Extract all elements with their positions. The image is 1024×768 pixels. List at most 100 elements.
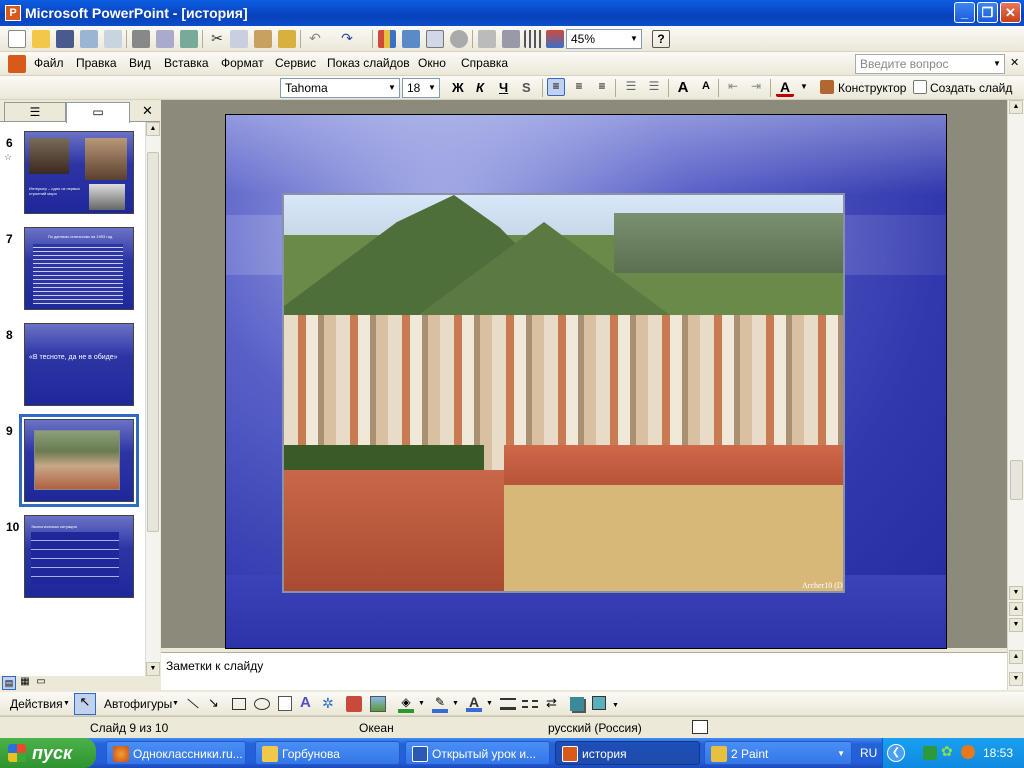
menu-help[interactable]: Справка [461, 56, 508, 70]
spelling-icon[interactable] [180, 30, 198, 48]
notes-scroll-up-icon[interactable]: ▲ [1009, 650, 1023, 664]
close-document-icon[interactable]: ✕ [1010, 56, 1019, 69]
scroll-down-icon[interactable]: ▼ [146, 662, 160, 676]
new-slide-button[interactable]: Создать слайд [930, 81, 1012, 95]
fill-color-icon[interactable]: ◈ [398, 695, 414, 713]
start-button[interactable]: пуск [0, 738, 96, 768]
tables-borders-icon[interactable] [426, 30, 444, 48]
dash-style-icon[interactable] [522, 700, 538, 708]
line-icon[interactable] [187, 698, 199, 709]
slide-thumbnail-10[interactable]: Экологическая ситуация [24, 515, 134, 598]
font-color-icon[interactable]: A [776, 79, 794, 97]
actions-menu[interactable]: Действия [10, 697, 63, 711]
rectangle-icon[interactable] [232, 698, 246, 710]
help-search-input[interactable]: Введите вопрос ▼ [855, 54, 1005, 74]
chart-icon[interactable] [378, 30, 396, 48]
zoom-combo[interactable]: 45% ▼ [566, 29, 642, 49]
clipart-icon[interactable] [346, 696, 362, 712]
redo-icon[interactable]: ↷ [338, 30, 356, 48]
increase-font-icon[interactable]: A [674, 79, 692, 97]
arrow-icon[interactable]: ↘ [208, 695, 219, 711]
current-slide[interactable]: Archer10 (D [225, 114, 947, 649]
hyperlink-icon[interactable] [450, 30, 468, 48]
italic-button[interactable]: К [476, 80, 484, 95]
decrease-indent-icon[interactable]: ⇤ [724, 79, 742, 97]
normal-view-icon[interactable]: ▤ [2, 676, 16, 690]
task-button-active[interactable]: история [555, 741, 700, 765]
tray-app-icon[interactable] [923, 746, 937, 760]
chevron-down-icon[interactable]: ▼ [800, 82, 808, 91]
arrow-style-icon[interactable]: ⇄ [546, 695, 557, 711]
print-preview-icon[interactable] [156, 30, 174, 48]
line-color-icon[interactable]: ✎ [432, 695, 448, 713]
next-slide-icon[interactable]: ▼ [1009, 618, 1023, 632]
new-icon[interactable] [8, 30, 26, 48]
restore-button[interactable]: ❐ [977, 2, 998, 23]
shadow-button[interactable]: S [522, 80, 531, 95]
sorter-view-icon[interactable]: ▦ [18, 676, 32, 690]
help-icon[interactable]: ? [652, 30, 670, 48]
chevron-down-icon[interactable]: ▼ [486, 700, 493, 707]
save-icon[interactable] [56, 30, 74, 48]
3d-style-icon[interactable] [592, 696, 606, 710]
cut-icon[interactable]: ✂ [208, 30, 226, 48]
align-left-icon[interactable]: ≡ [547, 78, 565, 96]
select-pointer-icon[interactable]: ↖ [74, 693, 96, 715]
font-combo[interactable]: Tahoma ▼ [280, 78, 400, 98]
menu-tools[interactable]: Сервис [275, 56, 316, 70]
chevron-down-icon[interactable]: ▼ [452, 700, 459, 707]
formatting-icon[interactable] [502, 30, 520, 48]
align-center-icon[interactable]: ≡ [570, 79, 588, 97]
scroll-thumb[interactable] [1010, 460, 1023, 500]
color-grayscale-icon[interactable] [546, 30, 564, 48]
slide-thumbnail-8[interactable]: «В тесноте, да не в обиде» [24, 323, 134, 406]
print-icon[interactable] [132, 30, 150, 48]
scroll-up-icon[interactable]: ▲ [1009, 100, 1023, 114]
bullets-icon[interactable]: ☰ [645, 79, 663, 97]
grid-icon[interactable] [524, 30, 542, 48]
slide-photo[interactable]: Archer10 (D [282, 193, 845, 593]
task-button[interactable]: Горбунова [255, 741, 400, 765]
task-button[interactable]: Открытый урок и... [405, 741, 550, 765]
menu-file[interactable]: Файл [34, 56, 64, 70]
increase-indent-icon[interactable]: ⇥ [747, 79, 765, 97]
textbox-icon[interactable] [278, 696, 292, 711]
picture-icon[interactable] [370, 696, 386, 712]
minimize-button[interactable]: _ [954, 2, 975, 23]
font-color-icon[interactable]: A [466, 694, 482, 712]
line-style-icon[interactable] [500, 698, 516, 710]
chevron-down-icon[interactable]: ▼ [418, 700, 425, 707]
tray-ok-icon[interactable] [961, 745, 975, 759]
slide-thumbnail-9[interactable] [19, 414, 139, 507]
panel-scrollbar[interactable]: ▲ ▼ [145, 122, 160, 676]
underline-button[interactable]: Ч [499, 80, 508, 95]
tab-outline[interactable]: ☰ [4, 102, 66, 122]
menu-view[interactable]: Вид [129, 56, 151, 70]
shadow-style-icon[interactable] [570, 697, 584, 711]
close-window-button[interactable]: ✕ [1000, 2, 1021, 23]
open-icon[interactable] [32, 30, 50, 48]
autoshapes-menu[interactable]: Автофигуры [104, 697, 172, 711]
align-right-icon[interactable]: ≡ [593, 79, 611, 97]
tab-slides[interactable]: ▭ [66, 102, 130, 123]
slide-thumbnail-6[interactable]: Интерьер – одно из первых строений моря [24, 131, 134, 214]
slide-thumbnail-7[interactable]: По данным статистики на 1993 год [24, 227, 134, 310]
scroll-down-icon[interactable]: ▼ [1009, 586, 1023, 600]
format-painter-icon[interactable] [278, 30, 296, 48]
task-button[interactable]: Одноклассники.ru... [106, 741, 246, 765]
tray-flower-icon[interactable]: ✿ [941, 743, 953, 760]
notes-scroll-down-icon[interactable]: ▼ [1009, 672, 1023, 686]
language-indicator[interactable]: RU [860, 746, 877, 760]
slideshow-view-icon[interactable]: ▭ [34, 676, 48, 690]
designer-button[interactable]: Конструктор [838, 81, 906, 95]
oval-icon[interactable] [254, 698, 270, 710]
wordart-icon[interactable]: A [300, 694, 311, 711]
table-icon[interactable] [402, 30, 420, 48]
tray-expand-icon[interactable]: ❮ [887, 744, 905, 762]
notes-pane[interactable]: Заметки к слайду [161, 652, 1007, 690]
menu-insert[interactable]: Вставка [164, 56, 209, 70]
decrease-font-icon[interactable]: A [697, 80, 715, 98]
menu-slideshow[interactable]: Показ слайдов [327, 56, 410, 70]
task-button[interactable]: 2 Paint ▼ [704, 741, 852, 765]
close-pane-icon[interactable]: ✕ [142, 103, 153, 119]
